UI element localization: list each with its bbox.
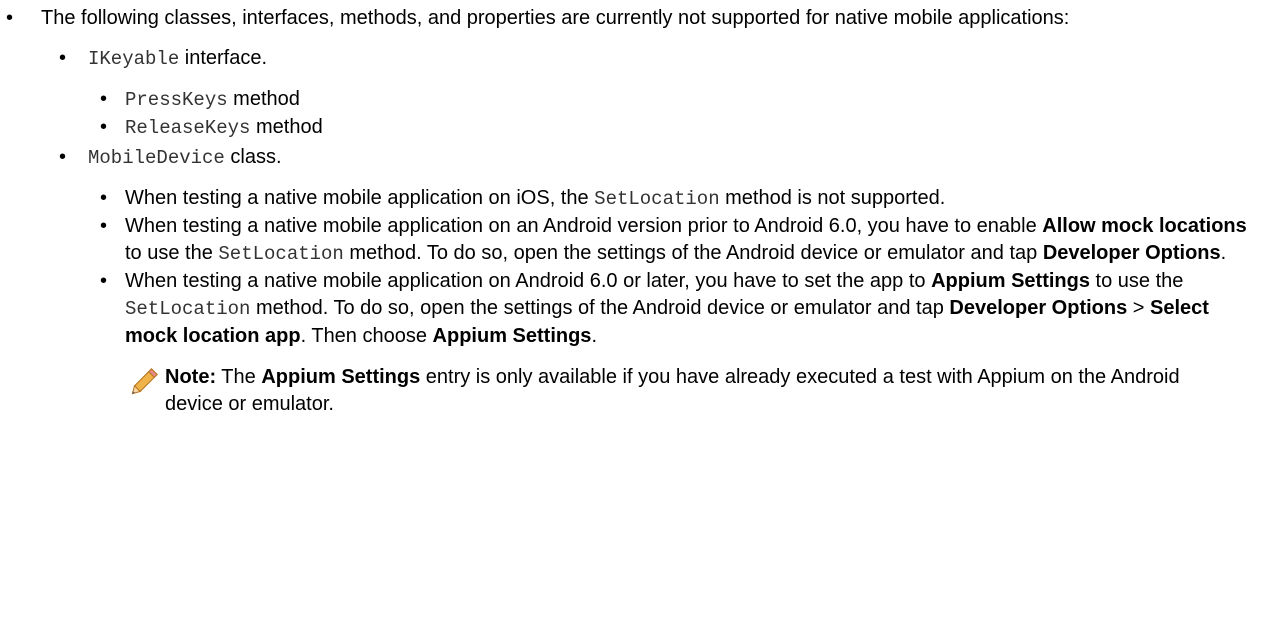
list-item-unsupported-intro: The following classes, interfaces, metho… <box>0 5 1260 418</box>
intro-text: The following classes, interfaces, metho… <box>41 7 1070 29</box>
list-item-android-6-later: When testing a native mobile application… <box>88 268 1260 418</box>
android-old-text-2: to use the <box>125 242 219 264</box>
appium-settings-term: Appium Settings <box>261 366 421 388</box>
android-old-text-3: method. To do so, open the settings of t… <box>343 242 1043 264</box>
mobiledevice-code: MobileDevice <box>88 147 225 169</box>
list-item-mobiledevice: MobileDevice class. When testing a nativ… <box>41 144 1260 418</box>
presskeys-code: PressKeys <box>125 89 228 111</box>
releasekeys-suffix: method <box>250 116 323 138</box>
document-body: The following classes, interfaces, metho… <box>0 0 1260 418</box>
note-text-1: The <box>216 366 262 388</box>
android-new-text-2: to use the <box>1089 270 1184 292</box>
ikeyable-suffix: interface. <box>179 47 268 69</box>
setlocation-code: SetLocation <box>125 298 251 320</box>
list-item-releasekeys: ReleaseKeys method <box>88 114 1260 142</box>
list-item-ios-setlocation: When testing a native mobile application… <box>88 185 1260 213</box>
developer-options-term: Developer Options <box>1042 242 1221 264</box>
releasekeys-code: ReleaseKeys <box>125 117 251 139</box>
list-item-android-prior-6: When testing a native mobile application… <box>88 213 1260 268</box>
appium-settings-term: Appium Settings <box>432 325 592 347</box>
setlocation-code: SetLocation <box>218 243 344 265</box>
note-label: Note: <box>165 366 217 388</box>
ikeyable-code: IKeyable <box>88 48 180 70</box>
android-old-text-4: . <box>1220 242 1227 264</box>
pencil-icon <box>125 365 161 401</box>
ios-text-2: method is not supported. <box>719 187 946 209</box>
appium-settings-term: Appium Settings <box>931 270 1090 292</box>
android-old-text-1: When testing a native mobile application… <box>125 215 1043 237</box>
ios-text-1: When testing a native mobile application… <box>125 187 595 209</box>
ikeyable-methods-list: PressKeys method ReleaseKeys method <box>88 86 1260 142</box>
developer-options-term: Developer Options <box>949 297 1128 319</box>
unsupported-items-list: IKeyable interface. PressKeys method Rel… <box>41 45 1260 418</box>
android-new-text-3: method. To do so, open the settings of t… <box>250 297 950 319</box>
list-item-presskeys: PressKeys method <box>88 86 1260 114</box>
setlocation-code: SetLocation <box>594 188 720 210</box>
list-item-ikeyable: IKeyable interface. PressKeys method Rel… <box>41 45 1260 142</box>
android-new-text-1: When testing a native mobile application… <box>125 270 932 292</box>
android-new-text-4: > <box>1127 297 1151 319</box>
android-new-text-6: . <box>591 325 597 347</box>
mobiledevice-details-list: When testing a native mobile application… <box>88 185 1260 418</box>
top-level-list: The following classes, interfaces, metho… <box>0 5 1260 418</box>
allow-mock-locations-term: Allow mock locations <box>1042 215 1247 237</box>
note-callout: Note: The Appium Settings entry is only … <box>125 364 1260 418</box>
android-new-text-5: . Then choose <box>300 325 433 347</box>
mobiledevice-suffix: class. <box>224 146 282 168</box>
presskeys-suffix: method <box>227 88 300 110</box>
